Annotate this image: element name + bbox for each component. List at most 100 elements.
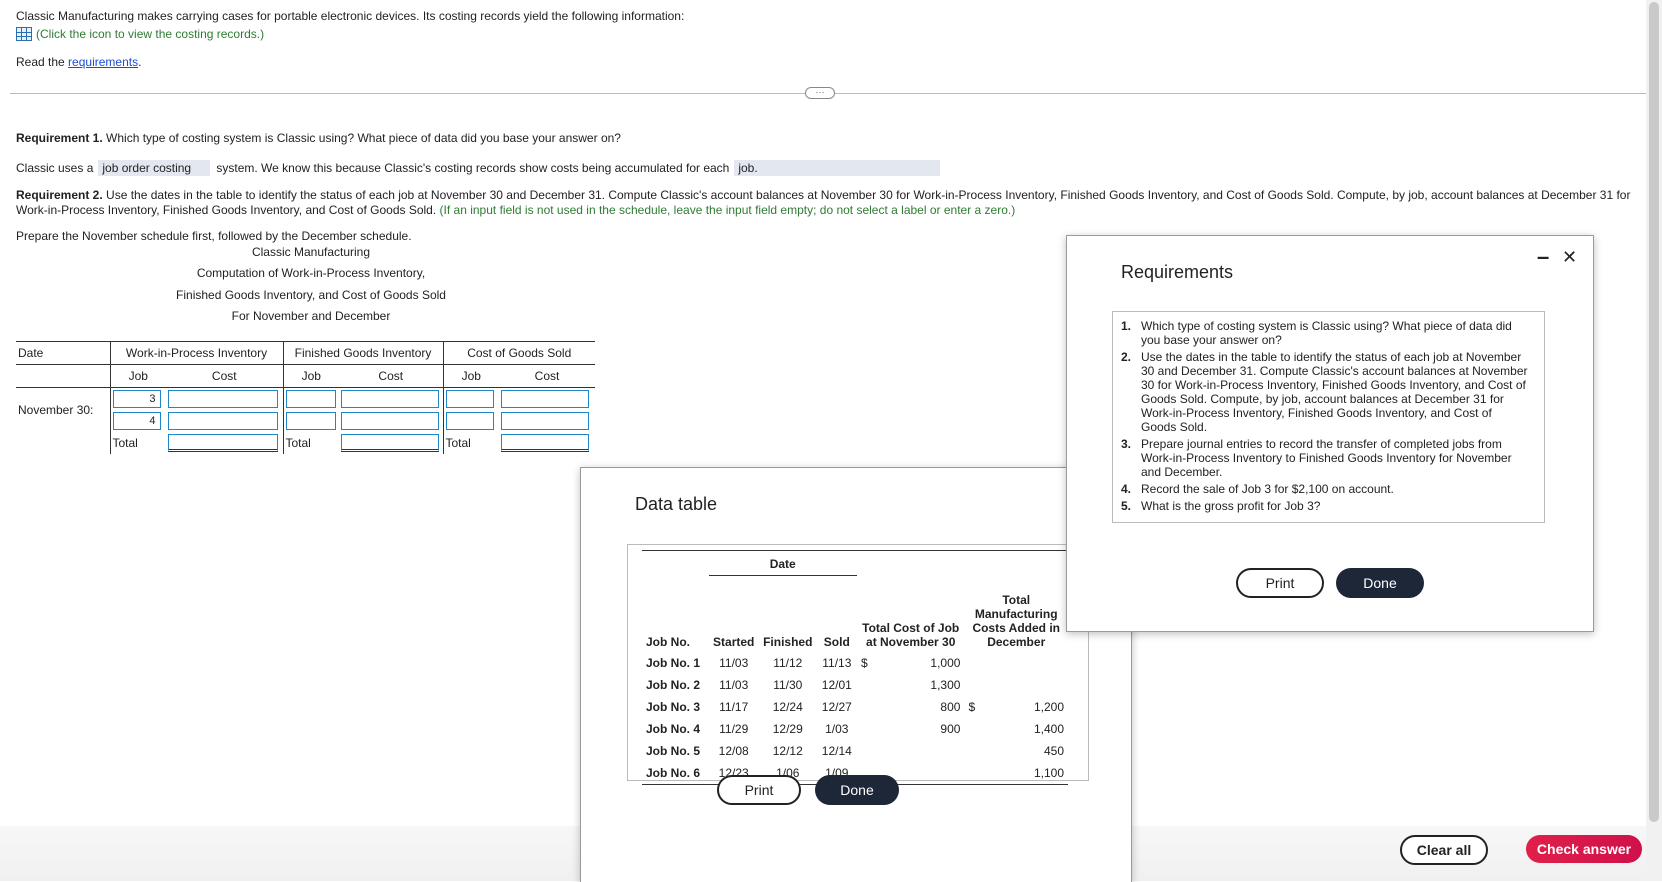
sold-date: 1/03	[825, 721, 849, 736]
read-requirements: Read the requirements.	[16, 55, 141, 69]
header-total-mfg: Total Manufacturing Costs Added in Decem…	[964, 576, 1068, 652]
close-icon[interactable]: ✕	[1562, 247, 1577, 268]
wip-cost-input[interactable]	[168, 390, 278, 408]
cogs-job-input[interactable]	[445, 412, 494, 430]
dollar-sign	[857, 740, 872, 762]
dollar-sign	[964, 652, 979, 674]
req1-label: Requirement 1.	[16, 131, 103, 145]
job-label: Job No. 1	[646, 655, 701, 670]
table-row: Job No. 5 12/08 12/12 12/14 450	[642, 740, 1068, 762]
mfg-costs-added-value: 1,200	[1033, 699, 1064, 714]
row-date-november: November 30:	[18, 403, 94, 417]
started-date: 11/29	[719, 721, 749, 736]
requirement-2: Requirement 2. Use the dates in the tabl…	[16, 188, 1656, 218]
read-suffix: .	[138, 55, 142, 69]
header-date: Date	[18, 346, 44, 360]
wip-total-input[interactable]	[168, 434, 278, 452]
dollar-sign	[857, 696, 872, 718]
clear-all-button[interactable]: Clear all	[1400, 835, 1488, 865]
list-item-number: 3.	[1121, 437, 1132, 451]
total-cost-value: 900	[940, 721, 961, 736]
cogs-cost-input[interactable]	[501, 390, 589, 408]
finished-date: 12/12	[772, 743, 803, 758]
fg-total-input[interactable]	[341, 434, 439, 452]
wip-cost-input[interactable]	[168, 412, 278, 430]
cogs-cost-input[interactable]	[501, 412, 589, 430]
fg-job-input[interactable]	[285, 390, 336, 408]
schedule-table: Date Work-in-Process Inventory Finished …	[16, 341, 595, 454]
header-cogs: Cost of Goods Sold	[442, 341, 595, 365]
list-item: 1. Which type of costing system is Classi…	[1121, 319, 1530, 347]
list-item-number: 2.	[1121, 350, 1132, 364]
table-row: Job No. 4 11/29 12/29 1/03 900 1,400	[642, 718, 1068, 740]
requirements-print-button[interactable]: Print	[1236, 568, 1324, 598]
requirements-list: 1. Which type of costing system is Classi…	[1121, 319, 1530, 513]
costing-records-link-text[interactable]: (Click the icon to view the costing reco…	[36, 27, 264, 41]
fg-total-label: Total	[282, 432, 339, 454]
header-finished: Finished	[763, 634, 813, 649]
req1-question: Which type of costing system is Classic …	[102, 131, 621, 145]
data-table-modal: Data table Date Job No. Started Finished…	[580, 467, 1132, 882]
started-date: 12/08	[718, 743, 749, 758]
costing-system-select[interactable]: job order costing	[98, 160, 211, 176]
header-total-mfg-line4: December	[987, 634, 1046, 649]
accumulation-basis-select[interactable]: job.	[734, 160, 941, 176]
header-total-mfg-line1: Total	[1002, 592, 1031, 607]
total-cost-value	[872, 740, 965, 762]
req2-label: Requirement 2.	[16, 188, 103, 202]
fg-cost-input[interactable]	[341, 412, 439, 430]
header-total-mfg-line2: Manufacturing	[974, 606, 1058, 621]
mfg-costs-added-value: 1,400	[1033, 721, 1064, 736]
header-total-cost: Total Cost of Job at November 30	[857, 576, 965, 652]
wip-job-input[interactable]: 4	[112, 412, 161, 430]
req2-note: (If an input field is not used in the sc…	[436, 203, 1016, 217]
started-date: 11/03	[719, 677, 749, 692]
list-item: 4. Record the sale of Job 3 for $2,100 on…	[1121, 482, 1530, 496]
date-group-header: Date	[708, 553, 857, 576]
data-table-title: Data table	[635, 494, 718, 514]
list-item-number: 5.	[1121, 499, 1132, 513]
list-item: 5. What is the gross profit for Job 3?	[1121, 499, 1530, 513]
requirements-link[interactable]: requirements	[68, 55, 138, 69]
header-job-no: Job No.	[646, 634, 690, 649]
dollar-sign	[964, 718, 979, 740]
minimize-icon[interactable]: –	[1537, 244, 1549, 270]
scrollbar-thumb[interactable]	[1649, 2, 1659, 822]
list-item-text: Prepare journal entries to record the tr…	[1141, 437, 1512, 479]
list-item-text: Which type of costing system is Classic …	[1141, 319, 1512, 347]
sold-date: 12/14	[821, 743, 852, 758]
finished-date: 11/30	[773, 677, 803, 692]
wip-job-input[interactable]: 3	[112, 390, 161, 408]
list-item: 2. Use the dates in the table to identify…	[1121, 350, 1530, 434]
check-answer-button[interactable]: Check answer	[1526, 835, 1642, 863]
table-icon[interactable]	[16, 27, 32, 41]
dollar-sign	[857, 674, 872, 696]
mfg-costs-added-value	[979, 652, 1068, 674]
mfg-costs-added-value: 1,100	[979, 761, 1068, 785]
started-date: 11/17	[719, 699, 749, 714]
dollar-sign	[964, 674, 979, 696]
list-item-number: 4.	[1121, 482, 1132, 496]
list-item-text: What is the gross profit for Job 3?	[1141, 499, 1321, 513]
requirements-title: Requirements	[1121, 262, 1234, 282]
cogs-total-input[interactable]	[501, 434, 589, 452]
costing-records-link[interactable]: (Click the icon to view the costing reco…	[16, 27, 264, 41]
sub-cogs-cost: Cost	[534, 369, 560, 383]
sold-date: 11/13	[822, 655, 852, 670]
sub-wip-cost: Cost	[211, 369, 237, 383]
fg-job-input[interactable]	[285, 412, 336, 430]
total-cost-value: 1,000	[930, 655, 961, 670]
table-row: Job No. 3 11/17 12/24 12/27 800 $1,200	[642, 696, 1068, 718]
cogs-job-input[interactable]	[445, 390, 494, 408]
requirements-done-button[interactable]: Done	[1336, 568, 1424, 598]
header-started: Started	[713, 634, 755, 649]
fg-cost-input[interactable]	[341, 390, 439, 408]
started-date: 11/03	[719, 655, 749, 670]
data-table-print-button[interactable]: Print	[717, 775, 801, 805]
data-table-done-button[interactable]: Done	[815, 775, 899, 805]
dollar-sign	[857, 718, 872, 740]
answer-prefix: Classic uses a	[16, 161, 94, 175]
schedule-title-company: Classic Manufacturing	[251, 245, 371, 259]
expand-toggle[interactable]: ···	[805, 87, 835, 99]
sold-date: 12/01	[821, 677, 852, 692]
